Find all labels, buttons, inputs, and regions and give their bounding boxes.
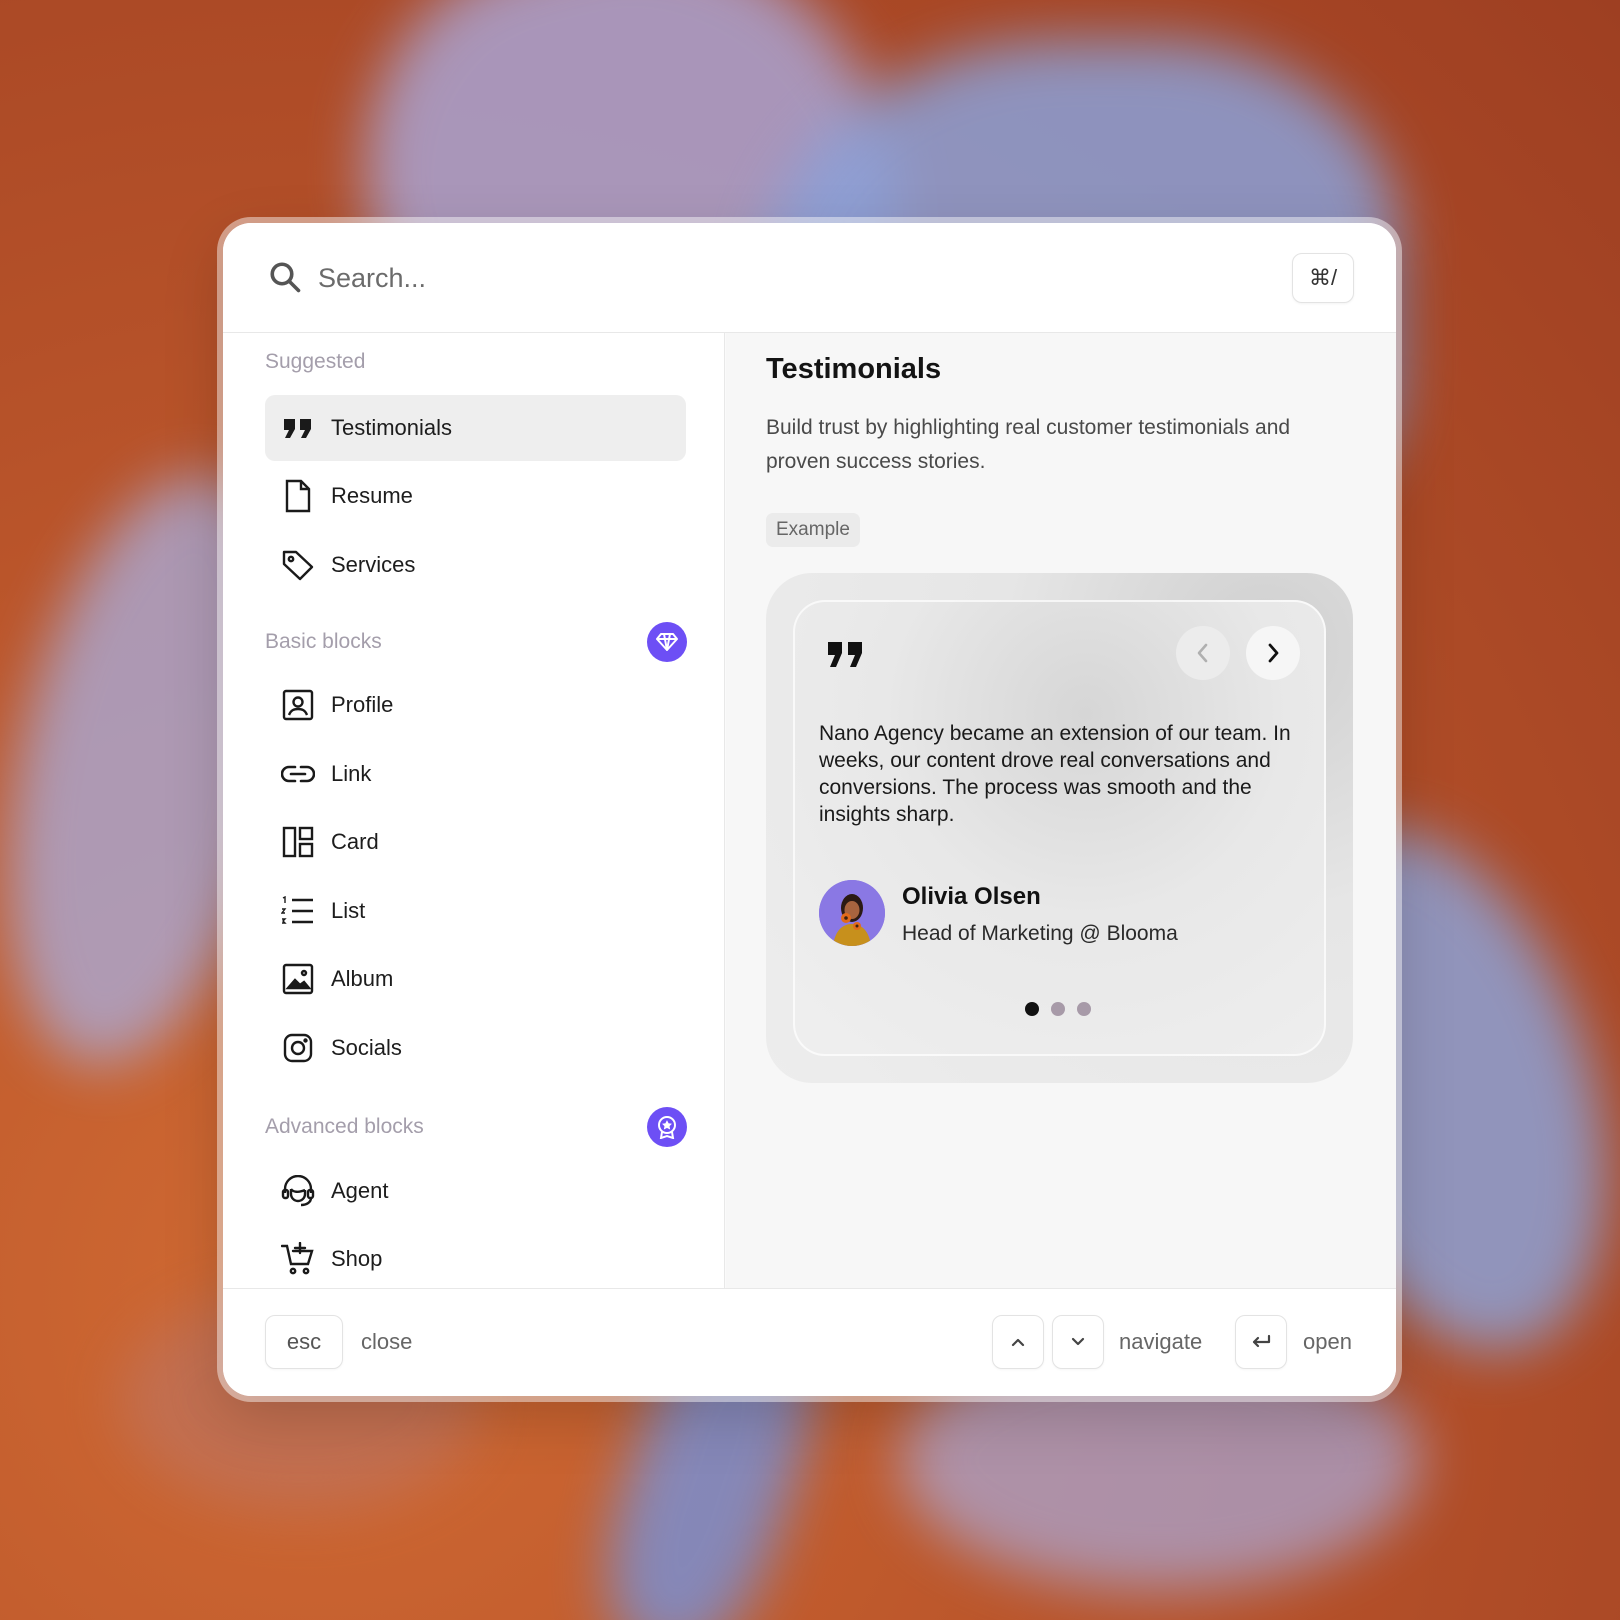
menu-item-label: Socials	[331, 1035, 402, 1060]
arrow-up-key[interactable]	[992, 1315, 1044, 1369]
menu-item-label: Services	[331, 552, 416, 577]
navigate-hint-label: navigate	[1119, 1329, 1203, 1354]
example-tag: Example	[766, 513, 860, 547]
section-title-suggested: Suggested	[265, 350, 366, 373]
tag-icon	[281, 548, 315, 582]
testimonial-preview: Nano Agency became an extension of our t…	[766, 573, 1353, 1083]
author-name: Olivia Olsen	[902, 883, 1041, 910]
search-shortcut-key: ⌘/	[1292, 253, 1354, 303]
menu-item-card[interactable]: Card	[265, 809, 686, 875]
menu-item-label: Testimonials	[331, 415, 453, 440]
chevron-right-icon	[1268, 643, 1279, 663]
menu-item-label: Link	[331, 761, 372, 786]
search-bar: ⌘/	[223, 223, 1396, 333]
numbered-list-icon	[281, 894, 315, 928]
section-title-basic-blocks: Basic blocks	[265, 630, 382, 653]
carousel-dots	[1025, 1002, 1091, 1016]
menu-item-label: Resume	[331, 483, 413, 508]
menu-item-label: Agent	[331, 1178, 389, 1203]
esc-key[interactable]: esc	[265, 1315, 343, 1369]
cart-plus-icon	[281, 1242, 315, 1276]
previous-testimonial-button[interactable]	[1176, 626, 1230, 680]
document-icon	[281, 479, 315, 513]
chevron-down-icon	[1071, 1337, 1085, 1346]
testimonial-quote: Nano Agency became an extension of our t…	[819, 722, 1291, 826]
menu-item-resume[interactable]: Resume	[265, 463, 686, 529]
menu-item-label: Album	[331, 966, 394, 991]
enter-key[interactable]	[1235, 1315, 1287, 1369]
keyboard-hints-footer: esc close navigate open	[223, 1288, 1396, 1396]
menu-item-socials[interactable]: Socials	[265, 1015, 686, 1081]
detail-title: Testimonials	[766, 353, 942, 385]
open-hint-label: open	[1303, 1329, 1352, 1354]
card-layout-icon	[281, 825, 315, 859]
profile-icon	[281, 688, 315, 722]
menu-item-list[interactable]: List	[265, 878, 686, 944]
block-list[interactable]: Suggested Testimonials Resume Services B…	[223, 333, 725, 1288]
quote-icon	[828, 642, 862, 667]
testimonial-card: Nano Agency became an extension of our t…	[793, 600, 1326, 1056]
headset-agent-icon	[281, 1174, 315, 1208]
avatar	[819, 880, 885, 946]
carousel-dot[interactable]	[1077, 1002, 1091, 1016]
author-role: Head of Marketing @ Blooma	[902, 922, 1178, 945]
search-icon	[270, 262, 301, 293]
menu-item-label: Shop	[331, 1246, 383, 1271]
menu-item-agent[interactable]: Agent	[265, 1158, 686, 1224]
close-hint-label: close	[361, 1329, 413, 1354]
menu-item-shop[interactable]: Shop	[265, 1226, 686, 1288]
instagram-icon	[281, 1031, 315, 1065]
next-testimonial-button[interactable]	[1246, 626, 1300, 680]
carousel-dot[interactable]	[1025, 1002, 1039, 1016]
carousel-dot[interactable]	[1051, 1002, 1065, 1016]
detail-description: Build trust by highlighting real custome…	[766, 416, 1291, 473]
image-icon	[281, 962, 315, 996]
menu-item-testimonials[interactable]: Testimonials	[265, 395, 686, 461]
chevron-up-icon	[1011, 1338, 1025, 1347]
menu-item-album[interactable]: Album	[265, 946, 686, 1012]
arrow-down-key[interactable]	[1052, 1315, 1104, 1369]
menu-item-label: List	[331, 898, 366, 923]
award-icon	[647, 1107, 687, 1147]
menu-item-label: Card	[331, 829, 379, 854]
chevron-left-icon	[1197, 643, 1208, 663]
section-title-advanced-blocks: Advanced blocks	[265, 1115, 424, 1138]
search-input[interactable]	[318, 253, 1218, 303]
diamond-icon	[647, 622, 687, 662]
command-palette: ⌘/ Suggested Testimonials Resume Service…	[223, 223, 1396, 1396]
enter-icon	[1252, 1334, 1271, 1348]
menu-item-label: Profile	[331, 692, 394, 717]
menu-item-profile[interactable]: Profile	[265, 672, 686, 738]
detail-pane: Testimonials Build trust by highlighting…	[726, 333, 1396, 1288]
menu-item-services[interactable]: Services	[265, 532, 686, 598]
menu-item-link[interactable]: Link	[265, 741, 686, 807]
quote-icon	[281, 411, 315, 445]
link-icon	[281, 757, 315, 791]
